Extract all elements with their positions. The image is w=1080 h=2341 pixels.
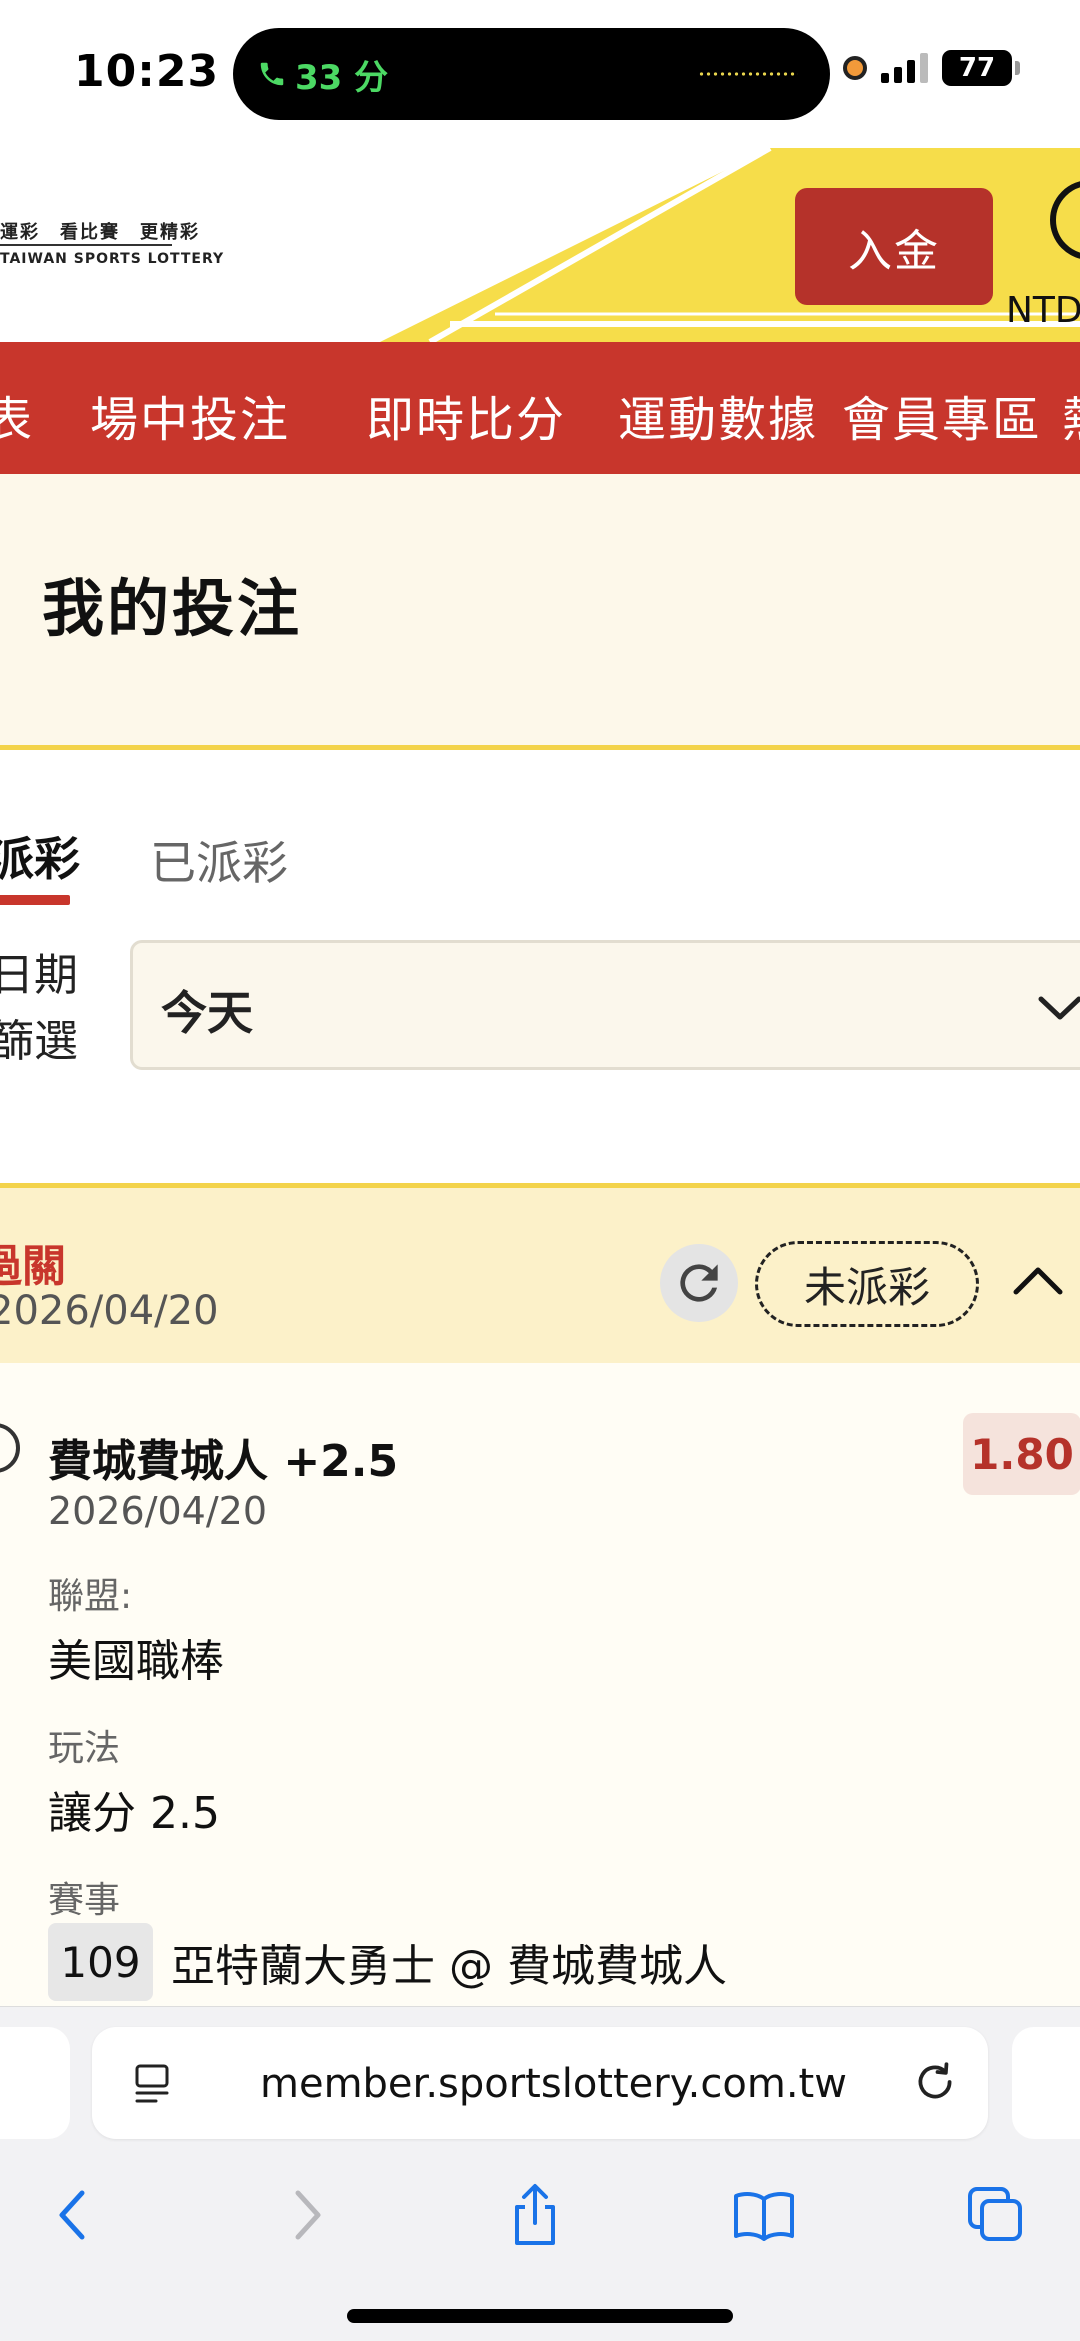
browser-toolbar: member.sportslottery.com.tw [0, 2006, 1080, 2341]
bet-filter-area: 派彩 已派彩 日期 篩選 今天 [0, 755, 1080, 1185]
nav-item-member-area[interactable]: 會員專區 [842, 380, 1042, 450]
bet-status-badge: 未派彩 [755, 1241, 979, 1327]
date-filter-label-line1: 日期 [0, 950, 78, 1001]
signal-icon [881, 53, 928, 83]
odds-badge: 1.80 [963, 1413, 1080, 1495]
battery-icon: 77 [942, 50, 1020, 86]
next-tab-preview[interactable] [1012, 2027, 1080, 2139]
event-label: 賽事 [48, 1880, 121, 1921]
event-row: 109 亞特蘭大勇士 @ 費城費城人 [48, 1923, 727, 2001]
selection-status-icon [0, 1423, 20, 1473]
reload-icon[interactable] [910, 2057, 960, 2107]
league-value: 美國職棒 [48, 1636, 224, 1687]
page-title: 我的投注 [42, 572, 303, 645]
logo-divider [0, 244, 172, 246]
status-icons: 77 [843, 50, 1020, 86]
selection-name: 費城費城人 +2.5 [48, 1436, 399, 1487]
league-label: 聯盟: [48, 1576, 133, 1617]
refresh-button[interactable] [660, 1244, 738, 1322]
home-indicator[interactable] [347, 2309, 733, 2323]
logo-slogan[interactable]: 運彩 看比賽 更精彩 [0, 218, 200, 244]
waveform-icon [698, 72, 798, 76]
event-id-badge: 109 [48, 1923, 153, 2001]
back-button[interactable] [32, 2175, 112, 2255]
bet-date: 2026/04/20 [0, 1288, 219, 1334]
bet-card-header[interactable]: 過關 2026/04/20 未派彩 [0, 1183, 1080, 1363]
tab-settled[interactable]: 已派彩 [150, 827, 288, 893]
status-time: 10:23 [74, 46, 220, 97]
tabs-button[interactable] [956, 2175, 1036, 2255]
chevron-up-icon[interactable] [1010, 1260, 1066, 1300]
call-indicator[interactable]: 33 分 [257, 50, 388, 98]
dynamic-island[interactable]: 33 分 [233, 28, 830, 120]
bet-detail: 費城費城人 +2.5 2026/04/20 1.80 聯盟: 美國職棒 玩法 讓… [0, 1363, 1080, 2006]
date-filter-select[interactable]: 今天 [130, 940, 1080, 1070]
tabs-icon [968, 2187, 1022, 2241]
tab-unsettled[interactable]: 派彩 [0, 823, 80, 889]
share-button[interactable] [495, 2175, 575, 2255]
event-name: 亞特蘭大勇士 @ 費城費城人 [171, 1941, 727, 1992]
main-nav: 表 場中投注 即時比分 運動數據 會員專區 熱 [0, 342, 1080, 474]
bookmarks-icon [734, 2192, 794, 2241]
share-icon [515, 2184, 555, 2245]
logo-english[interactable]: TAIWAN SPORTS LOTTERY [0, 251, 224, 267]
refresh-icon [680, 1264, 718, 1302]
site-header: 運彩 看比賽 更精彩 TAIWAN SPORTS LOTTERY 入金 NTD [0, 148, 1080, 342]
date-filter-value: 今天 [161, 986, 253, 1040]
bookmarks-button[interactable] [724, 2175, 804, 2255]
chevron-down-icon [1038, 996, 1080, 1020]
call-duration: 33 分 [295, 57, 389, 98]
deposit-button[interactable]: 入金 [795, 188, 993, 305]
address-bar[interactable]: member.sportslottery.com.tw [92, 2027, 988, 2139]
play-label: 玩法 [48, 1728, 121, 1769]
nav-item-sports-data[interactable]: 運動數據 [618, 380, 818, 450]
privacy-indicator-icon [843, 56, 867, 80]
url-text: member.sportslottery.com.tw [260, 2061, 847, 2107]
nav-item-live-betting[interactable]: 場中投注 [90, 380, 290, 450]
selection-date: 2026/04/20 [48, 1489, 268, 1533]
back-icon [59, 2190, 85, 2240]
nav-item-live-scores[interactable]: 即時比分 [366, 380, 566, 450]
nav-item-more[interactable]: 熱 [1062, 380, 1080, 450]
page-menu-icon[interactable] [134, 2063, 174, 2105]
date-filter-label: 日期 篩選 [0, 943, 78, 1075]
date-filter-label-line2: 篩選 [0, 1016, 78, 1067]
forward-icon [295, 2190, 321, 2240]
bet-type: 過關 [0, 1241, 66, 1292]
previous-tab-preview[interactable] [0, 2027, 70, 2139]
play-value: 讓分 2.5 [48, 1788, 220, 1839]
tab-active-indicator [0, 895, 70, 905]
currency-label: NTD [1006, 290, 1080, 331]
page-title-area: 我的投注 [0, 474, 1080, 750]
nav-item-schedule[interactable]: 表 [0, 380, 34, 450]
forward-button[interactable] [268, 2175, 348, 2255]
phone-icon [260, 62, 284, 86]
battery-level: 77 [958, 53, 996, 83]
status-bar: 10:23 33 分 77 [0, 0, 1080, 148]
